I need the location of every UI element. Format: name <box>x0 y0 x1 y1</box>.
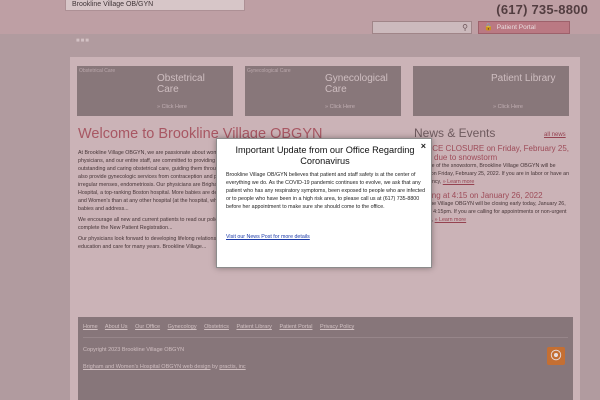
modal-body: Brookline Village OB/GYN believes that p… <box>226 172 426 210</box>
news-post-link[interactable]: Visit our News Post for more details <box>226 234 310 240</box>
modal-title: Important Update from our Office Regardi… <box>235 145 415 166</box>
covid-update-modal: × Important Update from our Office Regar… <box>216 138 432 268</box>
